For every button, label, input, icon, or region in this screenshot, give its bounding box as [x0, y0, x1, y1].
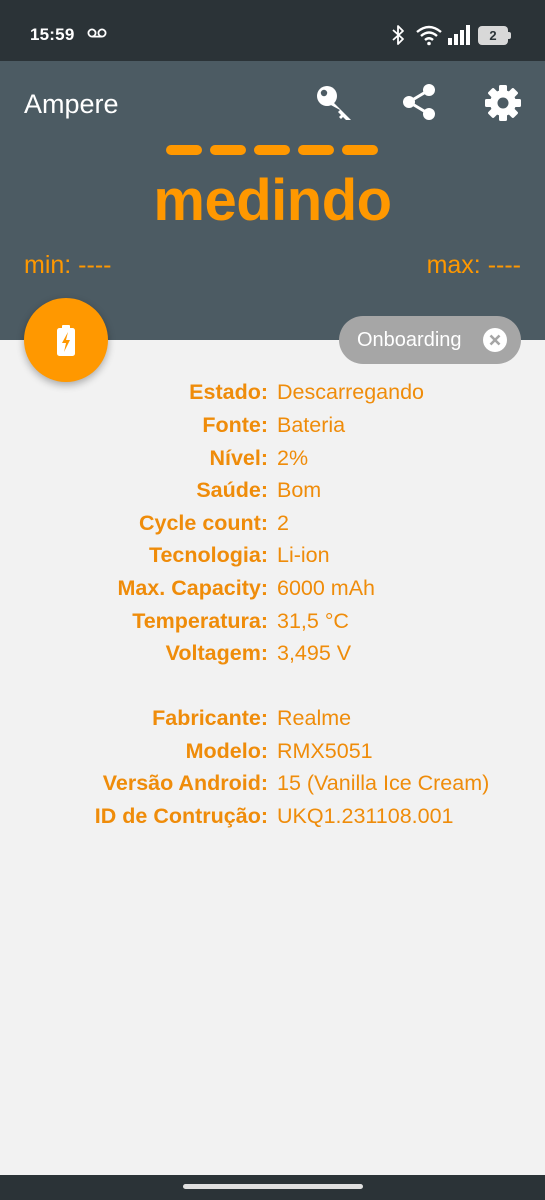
info-value: Realme [277, 706, 352, 730]
info-row-max-capacity: Max. Capacity: 6000 mAh [0, 576, 545, 608]
info-row-tecnologia: Tecnologia: Li-ion [0, 543, 545, 575]
info-key: Voltagem: [165, 641, 268, 665]
max-value: max: ---- [426, 251, 521, 279]
info-value: Li-ion [277, 543, 330, 567]
battery-status-icon: 2 [478, 26, 511, 45]
info-value: 31,5 °C [277, 609, 349, 633]
signal-icon [447, 25, 473, 50]
close-icon[interactable] [483, 328, 507, 352]
info-row-saude: Saúde: Bom [0, 478, 545, 510]
info-row-versao-android: Versão Android: 15 (Vanilla Ice Cream) [0, 771, 545, 803]
info-value: UKQ1.231108.001 [277, 804, 454, 828]
app-title: Ampere [24, 89, 119, 119]
reading-placeholder-dashes [166, 145, 380, 157]
info-row-nivel: Nível: 2% [0, 446, 545, 478]
info-value: Descarregando [277, 380, 425, 404]
info-row-modelo: Modelo: RMX5051 [0, 739, 545, 771]
settings-button[interactable] [481, 81, 525, 125]
status-bar: 15:59 2 [0, 0, 545, 61]
home-gesture-handle[interactable] [183, 1184, 363, 1189]
bluetooth-icon [391, 24, 405, 51]
info-key: Temperatura: [132, 609, 268, 633]
min-value: min: ---- [24, 251, 112, 279]
info-key: ID de Contrução: [94, 804, 268, 828]
key-icon [313, 86, 357, 129]
info-row-fonte: Fonte: Bateria [0, 413, 545, 445]
info-value: RMX5051 [277, 739, 373, 763]
current-reading: medindo [153, 168, 392, 233]
info-value: 2% [277, 446, 309, 470]
app-header: Ampere medindo min: ---- max: ---- [0, 61, 545, 340]
info-value: 6000 mAh [277, 576, 376, 600]
info-key: Fonte: [202, 413, 268, 437]
info-row-cycle-count: Cycle count: 2 [0, 511, 545, 543]
info-row-voltagem: Voltagem: 3,495 V [0, 641, 545, 673]
battery-level-text: 2 [478, 26, 508, 45]
info-value: Bom [277, 478, 322, 502]
key-button[interactable] [313, 81, 357, 125]
navigation-bar [0, 1175, 545, 1200]
share-button[interactable] [397, 81, 441, 125]
info-value: 2 [277, 511, 289, 535]
info-value: Bateria [277, 413, 346, 437]
info-row-fabricante: Fabricante: Realme [0, 706, 545, 738]
info-key: Modelo: [185, 739, 268, 763]
onboarding-chip-label: Onboarding [357, 329, 462, 351]
battery-fab-button[interactable] [24, 298, 108, 382]
onboarding-chip[interactable]: Onboarding [339, 316, 521, 364]
wifi-icon [415, 24, 443, 51]
info-key: Nível: [209, 446, 268, 470]
status-time: 15:59 [30, 25, 75, 44]
info-value: 3,495 V [277, 641, 352, 665]
info-row-id-construcao: ID de Contrução: UKQ1.231108.001 [0, 804, 545, 836]
info-key: Fabricante: [152, 706, 268, 730]
share-icon [397, 84, 441, 129]
info-key: Cycle count: [138, 511, 268, 535]
info-row-temperatura: Temperatura: 31,5 °C [0, 609, 545, 641]
info-key: Max. Capacity: [117, 576, 268, 600]
info-row-estado: Estado: Descarregando [0, 380, 545, 412]
info-key: Saúde: [196, 478, 268, 502]
settings-icon [481, 85, 525, 129]
info-value: 15 (Vanilla Ice Cream) [277, 771, 490, 795]
info-key: Versão Android: [102, 771, 268, 795]
voicemail-icon [87, 26, 107, 44]
info-key: Estado: [189, 380, 268, 404]
info-key: Tecnologia: [148, 543, 268, 567]
